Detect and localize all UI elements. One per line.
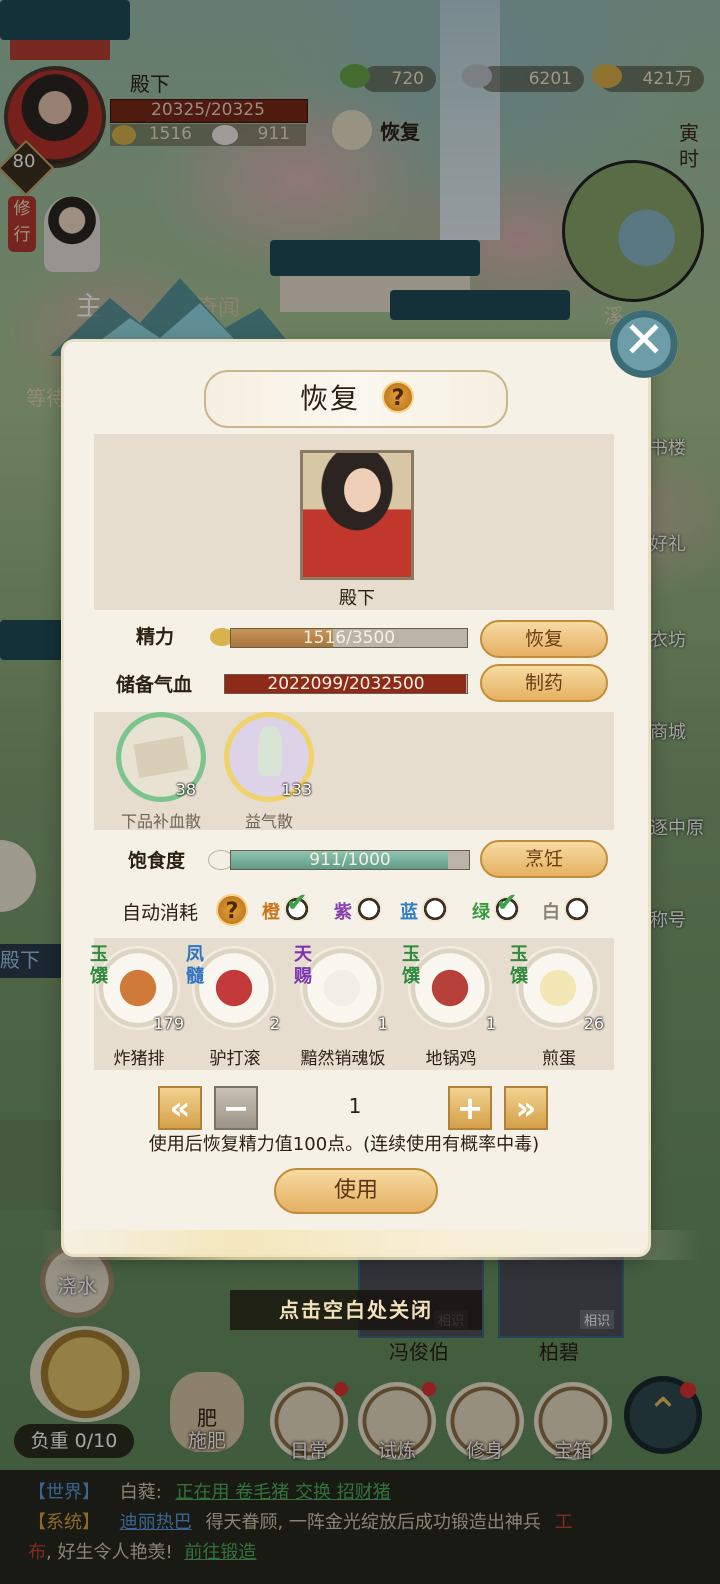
satiety-label: 饱食度 [128,850,186,872]
close-icon: ✕ [623,311,665,369]
auto-option-label: 紫 [334,902,352,923]
food-name: 地锅鸡 [425,1049,477,1069]
medicine-bottle-icon [258,726,282,776]
usage-hint: 使用后恢复精力值100点。(连续使用有概率中毒) [148,1134,540,1155]
increase-button[interactable]: + [448,1086,492,1130]
max-quantity-button[interactable]: » [504,1086,548,1130]
food-count: 1 [377,1014,388,1033]
auto-option-label: 蓝 [400,902,418,923]
food-quality-tag: 玉馔 [90,944,108,987]
plus-icon: + [456,1089,484,1127]
auto-option-label: 橙 [262,902,280,923]
energy-label: 精力 [136,626,175,648]
food-name: 驴打滚 [209,1049,261,1069]
food-quality-tag: 天赐 [294,944,312,987]
checkmark-icon: ✔ [496,888,518,918]
make-medicine-button[interactable]: 制药 [480,664,608,702]
food-count: 179 [153,1014,184,1033]
food-count: 1 [485,1014,496,1033]
powder-packet-icon [133,735,189,779]
item-name: 益气散 [244,812,293,831]
energy-value: 1516/3500 [302,628,396,648]
help-icon[interactable]: ? [216,894,248,926]
auto-consume-label: 自动消耗 [122,902,199,924]
cook-button[interactable]: 烹饪 [480,840,608,878]
auto-option-label: 绿 [472,902,490,923]
food-quality-tag: 玉馔 [402,944,420,987]
item-count: 38 [175,780,196,799]
double-chevron-right-icon: » [515,1089,537,1127]
auto-option-checkbox[interactable] [422,896,448,922]
min-quantity-button[interactable]: « [158,1086,202,1130]
use-button[interactable]: 使用 [274,1168,438,1214]
minus-icon: − [222,1089,250,1127]
energy-bar: 1516/3500 [230,628,468,648]
quantity-value[interactable]: 1 [300,1094,410,1118]
cloud-decoration [40,1230,700,1260]
help-icon[interactable]: ? [382,381,414,413]
decrease-button[interactable]: − [214,1086,258,1130]
auto-option-checkbox[interactable] [564,896,590,922]
auto-option-label: 白 [542,902,560,923]
food-name: 煎蛋 [542,1049,576,1069]
character-portrait [300,450,414,580]
food-name: 炸猪排 [113,1049,165,1069]
tap-blank-to-close[interactable]: 点击空白处关闭 [230,1290,482,1330]
blood-bar: 2022099/2032500 [224,674,468,694]
satiety-value: 911/1000 [309,850,391,870]
checkmark-icon: ✔ [286,888,308,918]
item-count: 133 [281,780,312,799]
food-count: 26 [583,1014,604,1033]
dialog-title: 恢复 [300,382,361,415]
food-quality-tag: 凤髓 [186,944,204,987]
food-count: 2 [269,1014,280,1033]
blood-reserve-label: 储备气血 [116,674,193,696]
food-name: 黯然销魂饭 [300,1049,386,1069]
blood-value: 2022099/2032500 [267,674,425,694]
item-name: 下品补血散 [120,812,201,831]
double-chevron-left-icon: « [169,1089,191,1127]
satiety-bar: 911/1000 [230,850,470,870]
restore-button[interactable]: 恢复 [480,620,608,658]
food-quality-tag: 玉馔 [510,944,528,987]
auto-option-checkbox[interactable] [356,896,382,922]
portrait-name: 殿下 [339,588,375,609]
